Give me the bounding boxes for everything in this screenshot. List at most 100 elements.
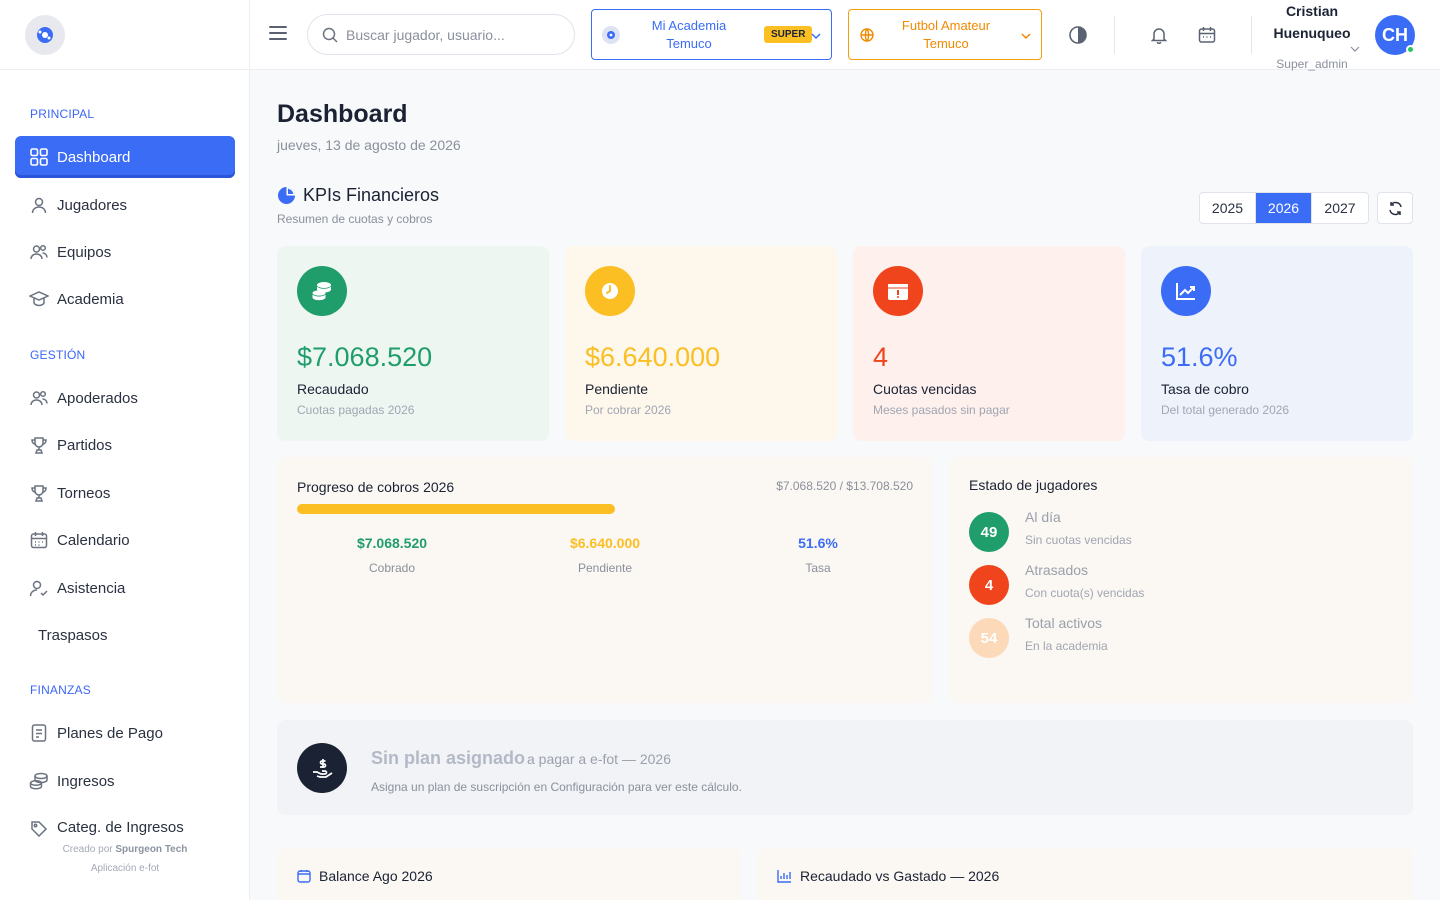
progress-ratio: $7.068.520 / $13.708.520 bbox=[776, 479, 913, 493]
kpi-desc: Por cobrar 2026 bbox=[585, 403, 672, 417]
sidebar-item-ingresos[interactable]: Ingresos bbox=[15, 760, 235, 802]
player-status-panel: Estado de jugadores 49 Al día Sin cuotas… bbox=[949, 457, 1413, 703]
hand-dollar-icon bbox=[297, 743, 347, 793]
recaudado-chart-title-text: Recaudado vs Gastado — 2026 bbox=[800, 868, 1000, 884]
progress-bar-fill bbox=[297, 504, 615, 514]
status-row-total: 54 Total activos En la academia bbox=[969, 615, 1108, 658]
academy-name-line2: Temuco bbox=[666, 35, 712, 51]
top-header: Mi Academia Temuco SUPER Futbol Amateur … bbox=[250, 0, 1440, 71]
year-option-2026[interactable]: 2026 bbox=[1256, 193, 1312, 223]
sidebar-item-calendario[interactable]: Calendario bbox=[15, 519, 235, 561]
kpi-value: 51.6% bbox=[1161, 342, 1238, 372]
kpi-value: $6.640.000 bbox=[585, 342, 721, 372]
footer-prefix: Creado por bbox=[62, 844, 113, 855]
sidebar-item-label: Torneos bbox=[57, 484, 111, 502]
sidebar-item-label: Calendario bbox=[57, 531, 130, 549]
user-name[interactable]: Cristian Huenuqueo bbox=[1257, 0, 1367, 44]
clock-icon bbox=[585, 266, 635, 316]
sidebar-item-partidos[interactable]: Partidos bbox=[15, 424, 235, 466]
footer-brand[interactable]: Spurgeon Tech bbox=[115, 844, 187, 855]
sidebar-item-label: Categ. de Ingresos bbox=[57, 819, 184, 836]
status-label: Atrasados bbox=[1025, 562, 1089, 578]
user-role: Super_admin bbox=[1276, 57, 1348, 71]
progress-title: Progreso de cobros 2026 bbox=[297, 479, 455, 495]
users-icon bbox=[29, 388, 49, 408]
theme-toggle-icon[interactable] bbox=[1068, 25, 1088, 45]
stat-value: $7.068.520 bbox=[356, 535, 428, 551]
bell-icon[interactable] bbox=[1149, 25, 1169, 45]
avatar-initials: CH bbox=[1382, 24, 1408, 45]
user-check-icon bbox=[29, 578, 49, 598]
kpi-subtitle: Resumen de cuotas y cobros bbox=[277, 212, 433, 226]
section-finanzas: FINANZAS bbox=[30, 683, 91, 697]
refresh-icon bbox=[1388, 201, 1402, 215]
sidebar-item-planes[interactable]: Planes de Pago bbox=[15, 712, 235, 754]
search-input[interactable] bbox=[346, 26, 546, 43]
status-label: Al día bbox=[1025, 509, 1061, 525]
stat-label: Tasa bbox=[805, 561, 831, 575]
sidebar-item-label: Dashboard bbox=[57, 148, 131, 166]
club-selector[interactable]: Futbol Amateur Temuco bbox=[848, 9, 1042, 60]
sidebar-item-equipos[interactable]: Equipos bbox=[15, 231, 235, 273]
super-badge: SUPER bbox=[764, 26, 813, 43]
trend-up-icon bbox=[1161, 266, 1211, 316]
status-row-atrasados: 4 Atrasados Con cuota(s) vencidas bbox=[969, 562, 1144, 605]
refresh-button[interactable] bbox=[1377, 192, 1413, 224]
stat-label: Cobrado bbox=[368, 561, 416, 575]
bar-chart-icon bbox=[777, 870, 791, 883]
calendar-icon[interactable] bbox=[1197, 25, 1217, 45]
sidebar-item-dashboard[interactable]: Dashboard bbox=[15, 136, 235, 178]
plan-title: Sin plan asignado bbox=[371, 748, 526, 768]
balance-title: Balance Ago 2026 bbox=[297, 868, 433, 884]
sidebar-item-apoderados[interactable]: Apoderados bbox=[15, 377, 235, 419]
coins-icon bbox=[297, 266, 347, 316]
club-name: Futbol Amateur Temuco bbox=[881, 17, 1011, 53]
sidebar-item-torneos[interactable]: Torneos bbox=[15, 472, 235, 514]
stat-pendiente: $6.640.000 Pendiente bbox=[505, 535, 705, 575]
status-desc: Sin cuotas vencidas bbox=[1025, 533, 1132, 547]
sidebar-item-jugadores[interactable]: Jugadores bbox=[15, 184, 235, 226]
player-status-title: Estado de jugadores bbox=[969, 477, 1098, 493]
sidebar-item-label: Traspasos bbox=[38, 626, 108, 644]
trophy-icon bbox=[29, 435, 49, 455]
stat-value: 51.6% bbox=[798, 535, 838, 551]
kpi-desc: Cuotas pagadas 2026 bbox=[297, 403, 415, 417]
status-count: 54 bbox=[969, 618, 1009, 658]
section-principal: PRINCIPAL bbox=[30, 107, 95, 121]
plan-desc: Asigna un plan de suscripción en Configu… bbox=[371, 780, 742, 794]
sidebar-item-traspasos[interactable]: Traspasos bbox=[15, 614, 235, 656]
search-icon bbox=[322, 27, 338, 43]
avatar[interactable]: CH bbox=[1375, 15, 1415, 55]
kpi-card-vencidas: 4 Cuotas vencidas Meses pasados sin paga… bbox=[853, 246, 1125, 441]
status-row-al-dia: 49 Al día Sin cuotas vencidas bbox=[969, 509, 1132, 552]
menu-toggle-icon[interactable] bbox=[269, 26, 287, 40]
trophy-icon bbox=[29, 483, 49, 503]
progress-bar bbox=[297, 504, 913, 514]
header-divider bbox=[1114, 16, 1115, 54]
year-option-2025[interactable]: 2025 bbox=[1200, 193, 1256, 223]
year-selector: 2025 2026 2027 bbox=[1199, 192, 1369, 224]
stat-label: Pendiente bbox=[577, 561, 633, 575]
kpi-value: $7.068.520 bbox=[297, 342, 433, 372]
status-count: 49 bbox=[969, 512, 1009, 552]
chevron-down-icon[interactable] bbox=[1350, 45, 1360, 53]
academy-name-line1: Mi Academia bbox=[651, 17, 727, 33]
academy-selector[interactable]: Mi Academia Temuco SUPER bbox=[591, 9, 832, 60]
document-icon bbox=[29, 723, 49, 743]
kpi-label: Cuotas vencidas bbox=[873, 381, 977, 397]
year-option-2027[interactable]: 2027 bbox=[1312, 193, 1368, 223]
clipboard-icon bbox=[297, 870, 311, 883]
stat-tasa: 51.6% Tasa bbox=[718, 535, 918, 575]
status-desc: Con cuota(s) vencidas bbox=[1025, 586, 1145, 600]
kpi-card-pendiente: $6.640.000 Pendiente Por cobrar 2026 bbox=[565, 246, 837, 441]
sidebar-item-categ-ingresos[interactable]: Categ. de Ingresos bbox=[15, 807, 235, 837]
grid-icon bbox=[29, 147, 49, 167]
recaudado-chart-title: Recaudado vs Gastado — 2026 bbox=[777, 868, 999, 884]
calendar-alert-icon bbox=[873, 266, 923, 316]
globe-icon bbox=[860, 27, 874, 42]
sidebar-item-academia[interactable]: Academia bbox=[15, 278, 235, 320]
app-logo[interactable] bbox=[25, 14, 65, 55]
kpi-desc: Del total generado 2026 bbox=[1161, 403, 1290, 417]
soccer-ball-icon bbox=[37, 26, 53, 43]
sidebar-item-asistencia[interactable]: Asistencia bbox=[15, 567, 235, 609]
